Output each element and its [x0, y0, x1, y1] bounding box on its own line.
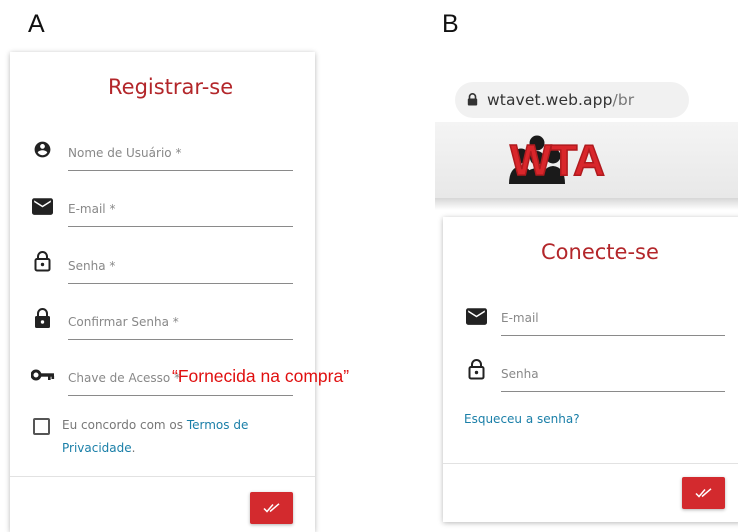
login-email-field[interactable]: E-mail	[501, 306, 725, 336]
register-card: Registrar-se Nome de Usuário * E-mail * …	[10, 52, 315, 532]
panel-label-a: A	[28, 10, 45, 38]
email-field[interactable]: E-mail *	[68, 197, 293, 227]
browser-url-bar[interactable]: wtavet.web.app/br	[455, 82, 689, 118]
double-check-icon	[263, 503, 280, 513]
register-divider	[10, 476, 315, 477]
login-title: Conecte-se	[541, 240, 659, 264]
mail-icon	[32, 198, 53, 215]
url-text: wtavet.web.app/br	[487, 91, 634, 109]
email-underline	[68, 226, 293, 227]
lock-open-icon	[34, 251, 51, 272]
terms-text: Eu concordo com os Termos de Privacidade.	[62, 414, 272, 460]
access-key-underline	[68, 395, 293, 396]
confirm-password-underline	[68, 339, 293, 340]
access-key-annotation: “Fornecida na compra”	[172, 366, 350, 386]
login-divider	[443, 463, 738, 464]
key-icon	[31, 369, 55, 381]
username-underline	[68, 170, 293, 171]
login-card: Conecte-se E-mail Senha Esqueceu a senha…	[443, 217, 738, 522]
register-title: Registrar-se	[108, 75, 234, 99]
terms-checkbox[interactable]	[33, 418, 50, 435]
login-double-check-icon	[695, 488, 712, 498]
confirm-password-label: Confirmar Senha *	[68, 315, 179, 329]
login-email-underline	[501, 335, 725, 336]
confirm-password-field[interactable]: Confirmar Senha *	[68, 310, 293, 340]
login-mail-icon	[466, 308, 487, 325]
username-label: Nome de Usuário *	[68, 146, 182, 160]
login-password-label: Senha	[501, 367, 539, 381]
terms-prefix: Eu concordo com os	[62, 418, 187, 432]
forgot-password-link[interactable]: Esqueceu a senha?	[464, 412, 580, 426]
terms-link-part1[interactable]: Termos de	[187, 418, 249, 432]
lock-icon	[35, 308, 50, 328]
password-label: Senha *	[68, 259, 116, 273]
login-lock-open-icon	[468, 359, 485, 380]
login-password-underline	[501, 391, 725, 392]
login-submit-button[interactable]	[682, 477, 725, 509]
register-submit-button[interactable]	[250, 492, 293, 524]
logo-wordmark: WTA	[509, 135, 605, 186]
header-shadow	[435, 198, 738, 210]
login-password-field[interactable]: Senha	[501, 362, 725, 392]
terms-link-part2[interactable]: Privacidade	[62, 441, 132, 455]
url-domain: wtavet.web.app	[487, 91, 613, 109]
username-field[interactable]: Nome de Usuário *	[68, 141, 293, 171]
email-label: E-mail *	[68, 202, 116, 216]
account-circle-icon	[34, 141, 51, 158]
login-email-label: E-mail	[501, 311, 539, 325]
url-lock-icon	[467, 93, 478, 106]
access-key-label: Chave de Acesso *	[68, 371, 181, 385]
panel-label-b: B	[442, 10, 459, 38]
password-underline	[68, 283, 293, 284]
password-field[interactable]: Senha *	[68, 254, 293, 284]
terms-suffix: .	[131, 441, 136, 455]
app-header: WTA	[435, 122, 738, 198]
url-path: /br	[612, 91, 635, 109]
